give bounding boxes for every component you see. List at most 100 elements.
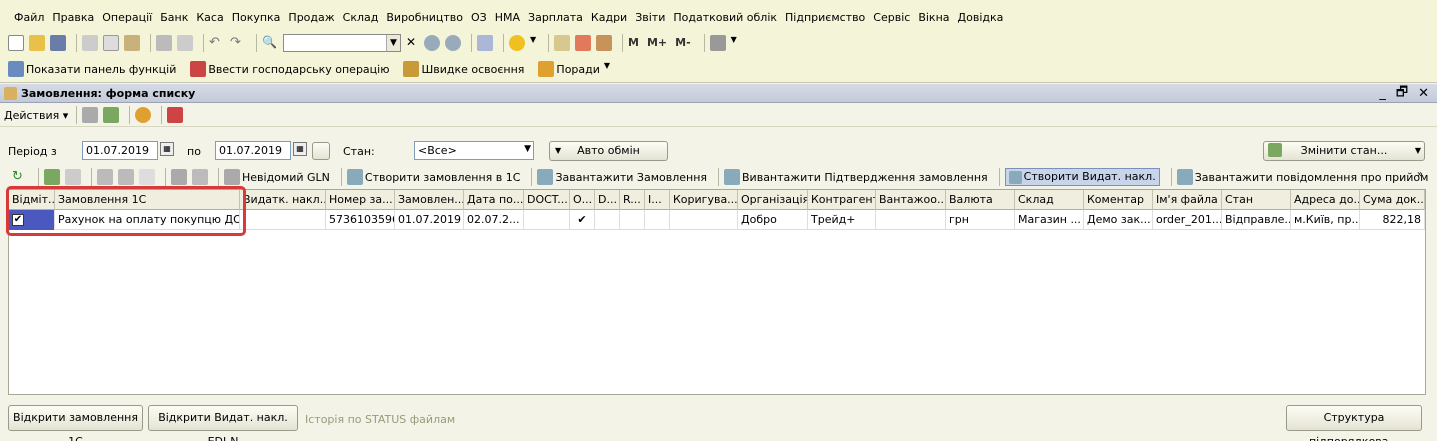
more-chevron-icon[interactable]: » (1417, 169, 1423, 180)
change-state-button[interactable]: Змінити стан... ▼ (1263, 141, 1425, 161)
search-input[interactable]: ▼ (283, 33, 401, 52)
menu-item[interactable]: Каса (196, 11, 223, 24)
chevron-down-icon[interactable]: ▼ (731, 35, 739, 51)
refresh-icon[interactable]: ↻ (12, 169, 28, 185)
print-icon[interactable] (156, 34, 172, 51)
tips-button[interactable]: Поради (556, 63, 599, 76)
info-icon[interactable] (509, 34, 525, 51)
copy-icon[interactable] (103, 34, 119, 51)
menu-item[interactable]: Покупка (232, 11, 281, 24)
auto-exchange-button[interactable]: ▼ Авто обмін (549, 141, 668, 161)
period-to-input[interactable]: 01.07.2019 (215, 141, 291, 160)
create-invoice-button[interactable]: Створити Видат. накл. (1004, 168, 1160, 186)
structure-icon[interactable] (167, 107, 184, 123)
history-link[interactable]: Історія по STATUS файлам (305, 413, 455, 426)
export-icon[interactable] (82, 107, 99, 123)
column-header[interactable]: D... (595, 190, 620, 210)
orders-table[interactable]: Відміт... Замовлення 1С Видатк. накл.... Но… (8, 189, 1426, 395)
column-header[interactable]: Вантажоо... (876, 190, 946, 210)
filter-clear-icon[interactable] (139, 169, 155, 185)
column-header[interactable]: Замовлення 1С (55, 190, 240, 210)
column-header[interactable]: Коригува... (670, 190, 738, 210)
calculator-icon[interactable] (554, 34, 570, 51)
quick-learning-button[interactable]: Швидке освоєння (421, 63, 524, 76)
calendar-icon[interactable]: ▦ (160, 142, 174, 156)
filter-icon[interactable] (97, 169, 113, 185)
column-header[interactable]: Видатк. накл.... (240, 190, 326, 210)
menu-item[interactable]: Звіти (635, 11, 665, 24)
load-receipt-button[interactable]: Завантажити повідомлення про прийом (1195, 171, 1429, 184)
menu-item[interactable]: Файл (14, 11, 44, 24)
menu-item[interactable]: Кадри (591, 11, 627, 24)
upload-confirmation-button[interactable]: Вивантажити Підтвердження замовлення (742, 171, 988, 184)
chevron-down-icon[interactable]: ▼ (604, 61, 612, 77)
menu-item[interactable]: Банк (160, 11, 188, 24)
menu-item[interactable]: Зарплата (528, 11, 583, 24)
column-header[interactable]: І... (645, 190, 670, 210)
column-header[interactable]: Ім'я файла (1153, 190, 1222, 210)
find-next-icon[interactable] (424, 34, 440, 51)
close-icon[interactable]: ✕ (1418, 86, 1429, 101)
show-functions-panel-button[interactable]: Показати панель функцій (26, 63, 176, 76)
checkbox[interactable]: ✔ (12, 214, 24, 226)
print-preview-icon[interactable] (177, 34, 193, 51)
column-header[interactable]: Організація (738, 190, 808, 210)
column-header[interactable]: R... (620, 190, 645, 210)
actions-menu[interactable]: Действия ▾ (4, 109, 68, 122)
menu-item[interactable]: Виробництво (386, 11, 463, 24)
table-row[interactable]: ✔ Рахунок на оплату покупцю ДО... 57361035… (9, 210, 1425, 230)
column-header[interactable]: Сума док... (1360, 190, 1425, 210)
load-orders-button[interactable]: Завантажити Замовлення (555, 171, 707, 184)
column-header[interactable]: Відміт... (9, 190, 55, 210)
find-prev-icon[interactable] (445, 34, 461, 51)
menu-item[interactable]: Підприємство (785, 11, 865, 24)
help-icon[interactable] (135, 107, 152, 123)
memory-button[interactable]: M (628, 36, 639, 49)
open-order-button[interactable]: Відкрити замовлення 1С (8, 405, 143, 441)
import-icon[interactable] (103, 107, 120, 123)
open-invoice-button[interactable]: Відкрити Видат. накл. EDI-N (148, 405, 298, 441)
print-icon[interactable] (192, 169, 208, 185)
edit-icon[interactable] (171, 169, 187, 185)
menu-item[interactable]: Сервіс (873, 11, 910, 24)
chevron-down-icon[interactable]: ▼ (386, 34, 400, 51)
new-document-icon[interactable] (8, 34, 24, 51)
column-header[interactable]: Коментар (1084, 190, 1153, 210)
menu-item[interactable]: Правка (52, 11, 94, 24)
redo-icon[interactable]: ↷ (230, 35, 246, 51)
column-header[interactable]: Номер за... (326, 190, 395, 210)
undo-icon[interactable]: ↶ (209, 35, 225, 51)
column-header[interactable]: Стан (1222, 190, 1291, 210)
state-select[interactable]: <Все> ▼ (414, 141, 534, 160)
column-header[interactable]: Валюта (946, 190, 1015, 210)
menu-item[interactable]: Вікна (918, 11, 949, 24)
menu-item[interactable]: ОЗ (471, 11, 487, 24)
column-header[interactable]: Контрагент (808, 190, 876, 210)
period-from-input[interactable]: 01.07.2019 (82, 141, 158, 160)
calendar-icon[interactable]: ▦ (293, 142, 307, 156)
paste-icon[interactable] (124, 34, 140, 51)
menu-item[interactable]: Податковий облік (673, 11, 777, 24)
memory-minus-button[interactable]: M- (675, 36, 691, 49)
users-icon[interactable] (596, 34, 612, 51)
enter-operation-button[interactable]: Ввести господарську операцію (208, 63, 389, 76)
close-icon[interactable]: ✕ (403, 35, 419, 51)
filter-set-icon[interactable] (118, 169, 134, 185)
cut-icon[interactable] (82, 34, 98, 51)
create-order-button[interactable]: Створити замовлення в 1С (365, 171, 521, 184)
minimize-icon[interactable]: _ (1379, 86, 1386, 101)
settings-icon[interactable] (709, 34, 726, 51)
chevron-down-icon[interactable]: ▼ (530, 35, 538, 51)
copy-icon[interactable] (65, 169, 81, 185)
menu-item[interactable]: Продаж (288, 11, 334, 24)
menu-item[interactable]: Склад (343, 11, 379, 24)
menu-item[interactable]: Операції (102, 11, 152, 24)
column-header[interactable]: Склад (1015, 190, 1084, 210)
unknown-gln-button[interactable]: Невідомий GLN (242, 171, 330, 184)
column-header[interactable]: Адреса до... (1291, 190, 1360, 210)
restore-icon[interactable]: 🗗 (1396, 83, 1408, 105)
column-header[interactable]: DOCT... (524, 190, 570, 210)
select-all-icon[interactable] (44, 169, 60, 185)
menu-item[interactable]: Довідка (958, 11, 1004, 24)
windows-icon[interactable] (477, 34, 493, 51)
